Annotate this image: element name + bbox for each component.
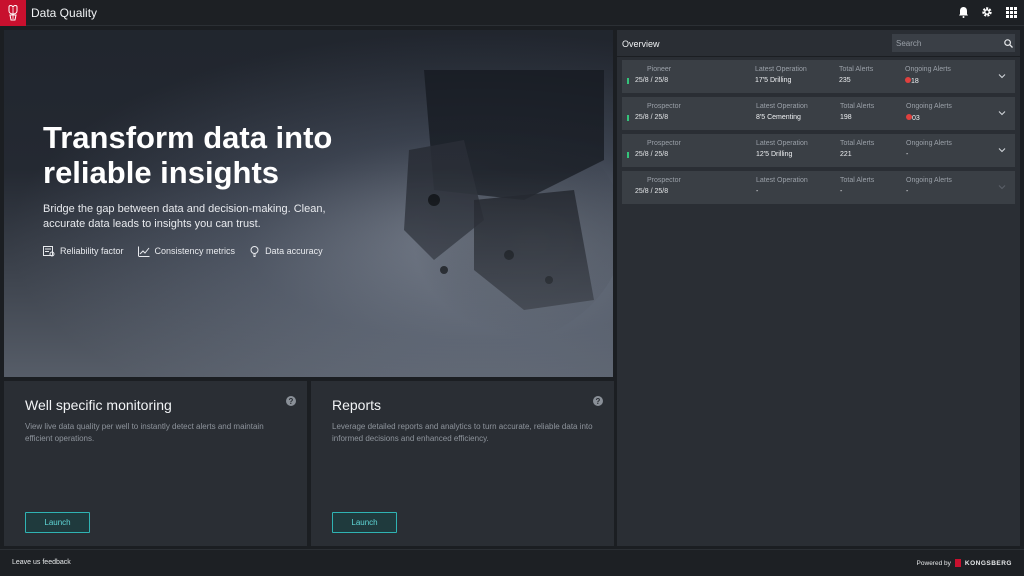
help-icon[interactable]: ? (593, 396, 603, 406)
lightbulb-icon (250, 246, 259, 257)
chevron-down-icon[interactable] (997, 145, 1007, 155)
total-alerts: 221 (840, 151, 852, 158)
launch-button-reports[interactable]: Launch (332, 512, 397, 533)
well-row-prospector-2[interactable]: Prospector 25/8 / 25/8 Latest Operation 1… (622, 134, 1015, 167)
reliability-icon (43, 245, 55, 256)
help-icon[interactable]: ? (286, 396, 296, 406)
feature-reliability: Reliability factor (43, 245, 124, 257)
ongoing-alerts: - (906, 188, 909, 195)
feedback-link[interactable]: Leave us feedback (12, 559, 71, 566)
card-title: Reports (332, 397, 382, 413)
gear-icon[interactable] (980, 5, 994, 19)
hero-features: Reliability factor Consistency metrics D… (43, 245, 323, 257)
hero-banner: Transform data into reliable insights Br… (4, 30, 613, 377)
app-title: Data Quality (31, 6, 98, 20)
footer: Leave us feedback Powered by KONGSBERG (0, 549, 1024, 576)
search-icon[interactable] (1001, 36, 1015, 50)
ongoing-alerts: - (906, 151, 909, 158)
card-description: Leverage detailed reports and analytics … (332, 422, 593, 443)
grid-icon[interactable] (1004, 5, 1018, 19)
status-indicator (627, 152, 629, 158)
hero-subtitle: Bridge the gap between data and decision… (43, 203, 326, 230)
search-placeholder: Search (896, 38, 922, 48)
search-input[interactable]: Search (892, 34, 1015, 52)
bell-icon[interactable] (956, 5, 970, 19)
brand-name: KONGSBERG (964, 559, 1012, 567)
well-dates: 25/8 / 25/8 (635, 77, 669, 84)
status-indicator (627, 115, 629, 121)
latest-operation: 12'5 Drilling (756, 151, 793, 158)
app-logo[interactable] (0, 0, 26, 26)
well-name: Prospector (647, 140, 681, 147)
card-title: Well specific monitoring (25, 397, 172, 413)
chevron-down-icon[interactable] (997, 182, 1007, 192)
latest-operation: 8'5 Cementing (756, 114, 801, 121)
well-dates: 25/8 / 25/8 (635, 151, 669, 158)
card-reports: Reports ? Leverage detailed reports and … (311, 381, 614, 546)
status-indicator (627, 78, 629, 84)
top-bar: Data Quality (0, 0, 1024, 26)
well-row-pioneer[interactable]: Pioneer 25/8 / 25/8 Latest Operation 17'5… (622, 60, 1015, 93)
launch-button-monitoring[interactable]: Launch (25, 512, 90, 533)
chart-trend-icon (137, 246, 150, 257)
card-description: View live data quality per well to insta… (25, 422, 264, 443)
well-row-prospector-1[interactable]: Prospector 25/8 / 25/8 Latest Operation 8… (622, 97, 1015, 130)
well-name: Prospector (647, 103, 681, 110)
well-dates: 25/8 / 25/8 (635, 188, 669, 195)
well-row-prospector-3[interactable]: Prospector 25/8 / 25/8 Latest Operation -… (622, 171, 1015, 204)
total-alerts: - (840, 188, 843, 195)
hero-title: Transform data into reliable insights (43, 120, 333, 190)
latest-operation: 17'5 Drilling (755, 77, 792, 84)
ongoing-alerts: 18 (911, 78, 919, 85)
feature-consistency: Consistency metrics (137, 245, 235, 257)
kongsberg-logo-icon (954, 559, 961, 567)
well-name: Prospector (647, 177, 681, 184)
latest-operation: - (756, 188, 759, 195)
powered-by: Powered by KONGSBERG (916, 559, 1012, 567)
chevron-down-icon[interactable] (997, 108, 1007, 118)
total-alerts: 235 (839, 77, 851, 84)
chevron-down-icon[interactable] (997, 71, 1007, 81)
well-name: Pioneer (647, 66, 672, 73)
overview-title: Overview (622, 39, 660, 49)
total-alerts: 198 (840, 114, 852, 121)
overview-panel: Overview Search Pioneer 25/8 / 25/8 Late… (617, 30, 1020, 546)
well-dates: 25/8 / 25/8 (635, 114, 669, 121)
card-well-monitoring: Well specific monitoring ? View live dat… (4, 381, 307, 546)
feature-accuracy: Data accuracy (249, 245, 323, 257)
crest-icon (8, 5, 18, 21)
ongoing-alerts: 03 (912, 115, 920, 122)
